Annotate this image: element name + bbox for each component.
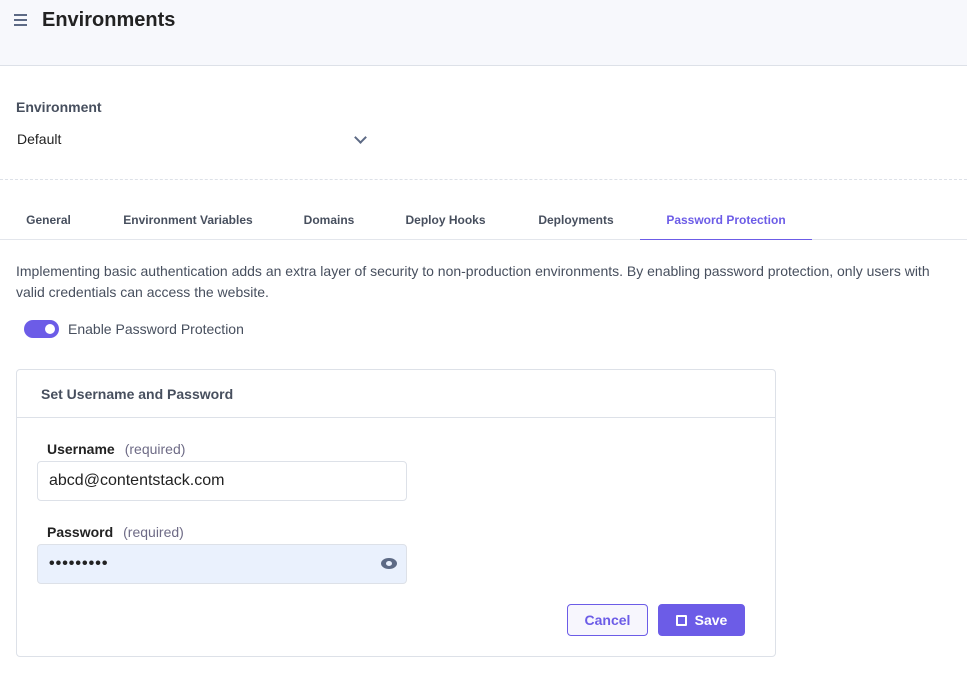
password-input[interactable]: •••••••••: [37, 544, 407, 584]
description: Implementing basic authentication adds a…: [16, 263, 930, 300]
tab-bar: General Environment Variables Domains De…: [0, 200, 967, 240]
username-label: Username (required): [47, 441, 186, 457]
save-button[interactable]: Save: [658, 604, 745, 636]
save-icon: [675, 615, 687, 626]
cancel-button[interactable]: Cancel: [567, 604, 648, 636]
password-protection-toggle[interactable]: [24, 320, 59, 338]
chevron-down-icon: [354, 131, 367, 144]
divider: [0, 179, 967, 180]
tab-environment-variables[interactable]: Environment Variables: [97, 200, 279, 240]
page-header: Environments: [0, 0, 967, 66]
username-input[interactable]: abcd@contentstack.com: [37, 461, 407, 501]
tab-password-protection[interactable]: Password Protection: [640, 200, 812, 240]
tab-domains[interactable]: Domains: [279, 200, 379, 240]
password-label: Password (required): [47, 524, 184, 540]
eye-icon[interactable]: [381, 558, 397, 569]
hamburger-icon[interactable]: [14, 14, 27, 29]
tab-deploy-hooks[interactable]: Deploy Hooks: [379, 200, 512, 240]
credentials-card: Set Username and Password Username (requi…: [16, 369, 776, 657]
toggle-label: Enable Password Protection: [68, 321, 244, 337]
environment-value: Default: [17, 131, 62, 147]
page-title: Environments: [42, 9, 176, 31]
tab-general[interactable]: General: [0, 200, 97, 240]
environment-label: Environment: [16, 99, 102, 115]
card-title: Set Username and Password: [17, 370, 775, 418]
environment-select[interactable]: Default: [17, 131, 369, 147]
tab-deployments[interactable]: Deployments: [512, 200, 640, 240]
